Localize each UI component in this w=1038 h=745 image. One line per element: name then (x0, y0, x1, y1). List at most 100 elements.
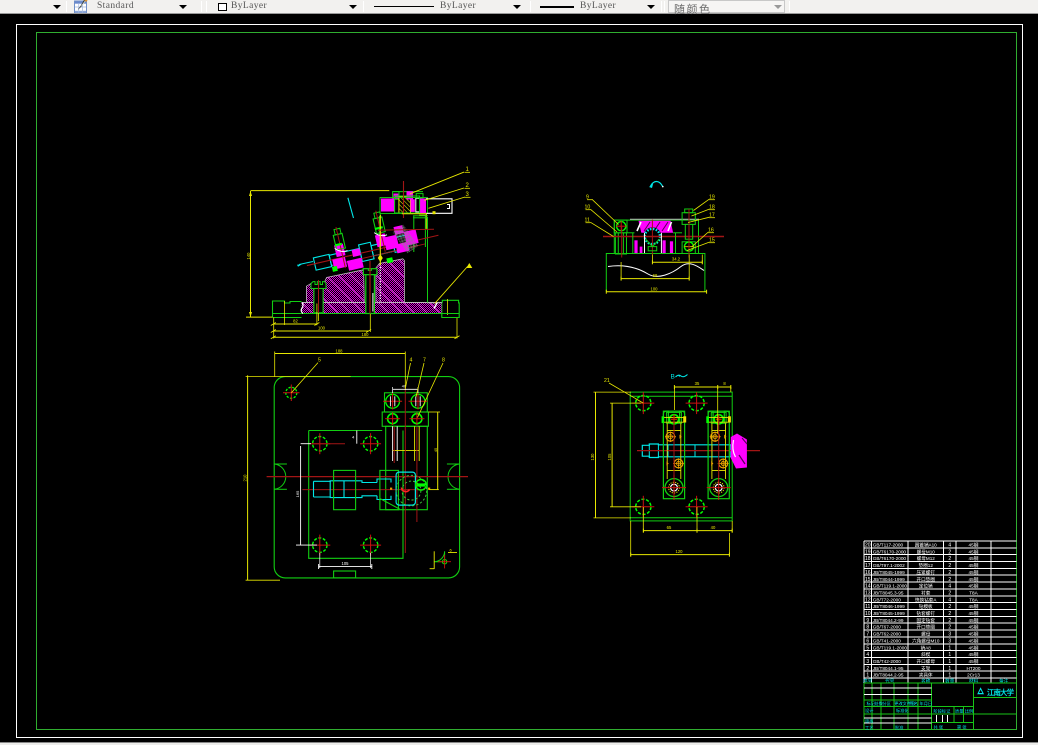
svg-text:钻模板: 钻模板 (919, 603, 933, 610)
svg-text:螺母M10: 螺母M10 (917, 548, 936, 555)
svg-text:3: 3 (948, 632, 951, 638)
svg-text:180: 180 (362, 332, 370, 337)
svg-text:3: 3 (866, 659, 869, 665)
svg-text:8: 8 (866, 625, 869, 631)
svg-text:1: 1 (948, 645, 951, 651)
svg-text:2: 2 (948, 563, 951, 569)
svg-text:HT200: HT200 (966, 666, 980, 671)
svg-text:1: 1 (948, 659, 951, 665)
svg-text:T8A: T8A (969, 590, 978, 595)
svg-text:4: 4 (948, 597, 951, 603)
svg-text:45钢: 45钢 (969, 637, 979, 644)
svg-text:2: 2 (948, 604, 951, 610)
svg-text:GB/T6170-2000: GB/T6170-2000 (873, 556, 907, 561)
svg-text:7: 7 (423, 358, 426, 364)
svg-text:105: 105 (607, 453, 612, 461)
svg-text:开口螺母: 开口螺母 (917, 658, 936, 665)
svg-text:B: B (671, 374, 675, 381)
svg-text:130: 130 (590, 453, 595, 461)
svg-text:13: 13 (865, 590, 871, 596)
svg-text:17: 17 (865, 563, 871, 569)
svg-text:45钢: 45钢 (969, 576, 979, 583)
svg-text:20: 20 (865, 543, 871, 549)
svg-text:GB/T72-2000: GB/T72-2000 (873, 597, 902, 602)
svg-text:45钢: 45钢 (969, 651, 979, 658)
svg-text:质量: 质量 (955, 708, 963, 715)
svg-text:68: 68 (653, 273, 658, 278)
svg-text:固定钻套: 固定钻套 (917, 617, 936, 624)
svg-text:210: 210 (243, 474, 248, 482)
svg-text:7: 7 (866, 632, 869, 638)
svg-text:19: 19 (865, 549, 871, 555)
svg-text:螺母M12: 螺母M12 (917, 555, 936, 562)
svg-text:衬套: 衬套 (921, 589, 931, 596)
svg-text:2: 2 (948, 556, 951, 562)
svg-text:4: 4 (866, 652, 869, 658)
svg-text:15: 15 (865, 577, 871, 583)
svg-text:16: 16 (865, 570, 871, 576)
svg-text:2: 2 (866, 666, 869, 672)
svg-text:188: 188 (336, 348, 344, 353)
svg-text:45钢: 45钢 (969, 617, 979, 624)
svg-text:定位销: 定位销 (919, 583, 933, 590)
svg-text:45钢: 45钢 (969, 542, 979, 549)
svg-text:8: 8 (442, 358, 445, 364)
svg-text:4: 4 (410, 358, 413, 364)
svg-text:2: 2 (948, 577, 951, 583)
svg-text:12: 12 (865, 597, 871, 603)
svg-text:开口垫圈: 开口垫圈 (917, 624, 936, 631)
svg-text:JB/T8045-1999: JB/T8045-1999 (873, 570, 905, 575)
svg-text:10: 10 (865, 611, 871, 617)
svg-text:GB/T119.1-2000: GB/T119.1-2000 (873, 645, 908, 650)
svg-text:4: 4 (948, 543, 951, 549)
svg-text:65: 65 (667, 525, 672, 530)
svg-text:4: 4 (948, 584, 951, 590)
svg-text:1: 1 (948, 666, 951, 672)
svg-text:GB/T41-2000: GB/T41-2000 (873, 638, 902, 643)
svg-text:压紧螺钉: 压紧螺钉 (917, 569, 936, 576)
svg-text:比例: 比例 (965, 708, 973, 715)
svg-text:JB/T8044.1-95: JB/T8044.1-95 (873, 666, 904, 671)
svg-text:120: 120 (676, 549, 684, 554)
svg-text:JB/T8044.2-99: JB/T8044.2-99 (873, 618, 904, 623)
svg-text:垫圈12: 垫圈12 (919, 562, 934, 569)
svg-text:共 张: 共 张 (934, 724, 944, 731)
svg-text:100: 100 (651, 286, 659, 291)
svg-text:165: 165 (295, 490, 300, 497)
svg-text:GB/T67-2000: GB/T67-2000 (873, 625, 902, 630)
svg-text:2: 2 (948, 618, 951, 624)
svg-text:5: 5 (866, 645, 869, 651)
svg-text:45钢: 45钢 (969, 624, 979, 631)
svg-text:35: 35 (695, 381, 700, 386)
svg-text:销A8: 销A8 (921, 644, 932, 651)
svg-text:江南大学: 江南大学 (987, 688, 1014, 697)
svg-text:45钢: 45钢 (969, 548, 979, 555)
svg-text:GB/T42-2000: GB/T42-2000 (873, 659, 902, 664)
svg-text:34.2: 34.2 (672, 257, 681, 262)
svg-text:支架: 支架 (921, 665, 931, 672)
svg-text:45钢: 45钢 (969, 583, 979, 590)
svg-text:45钢: 45钢 (969, 603, 979, 610)
svg-text:5: 5 (318, 358, 321, 364)
svg-text:斜楔: 斜楔 (921, 651, 931, 658)
svg-text:JB/T8045.3-95: JB/T8045.3-95 (873, 590, 904, 595)
svg-text:3: 3 (948, 638, 951, 644)
svg-text:T8A: T8A (969, 597, 978, 602)
svg-text:2Cr13: 2Cr13 (967, 673, 980, 678)
svg-text:阶段标记: 阶段标记 (934, 708, 952, 715)
svg-text:9: 9 (866, 618, 869, 624)
svg-text:GB/T6170-2000: GB/T6170-2000 (873, 549, 907, 554)
svg-text:14: 14 (865, 584, 871, 590)
svg-text:年月日: 年月日 (920, 700, 933, 707)
svg-text:40: 40 (711, 525, 716, 530)
svg-text:2: 2 (948, 570, 951, 576)
svg-text:钻套螺钉: 钻套螺钉 (917, 610, 936, 617)
svg-text:GB/T97.1-2002: GB/T97.1-2002 (873, 563, 905, 568)
svg-text:快换钻套A: 快换钻套A (915, 596, 937, 603)
svg-text:JB/T8045-1999: JB/T8045-1999 (873, 611, 905, 616)
svg-text:工艺: 工艺 (865, 725, 873, 730)
svg-text:2: 2 (948, 590, 951, 596)
svg-text:六角螺母M10: 六角螺母M10 (912, 637, 940, 644)
svg-text:开口垫圈: 开口垫圈 (917, 576, 936, 583)
svg-text:GB/T119.1-2000: GB/T119.1-2000 (873, 584, 908, 589)
